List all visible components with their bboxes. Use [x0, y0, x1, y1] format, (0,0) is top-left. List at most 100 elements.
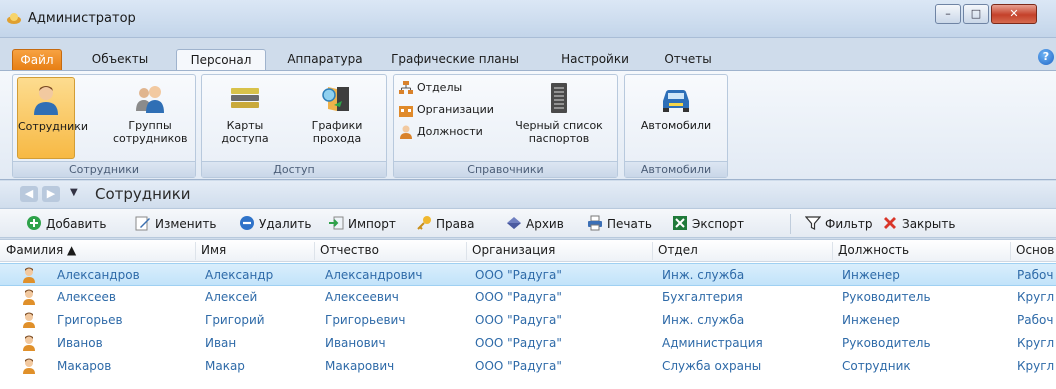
employee-groups-button[interactable]: Группы сотрудников [113, 77, 187, 159]
door-clock-icon [322, 87, 349, 111]
tab-settings[interactable]: Настройки [550, 49, 640, 71]
cell-department: Инж. служба [662, 313, 745, 327]
cell-position: Руководитель [842, 290, 931, 304]
person-icon [23, 267, 35, 283]
maximize-button[interactable]: □ [963, 4, 989, 24]
cell-patronymic: Макарович [325, 359, 395, 373]
schedules-button[interactable]: Графики прохода [298, 77, 376, 159]
archive-label: Архив [526, 217, 564, 231]
group-label-directories: Справочники [394, 161, 617, 177]
table-row[interactable]: Иванов Иван Иванович ООО "Радуга" Админи… [0, 332, 1056, 355]
action-toolbar: Добавить Изменить Удалить Импорт Права А… [0, 208, 1056, 238]
employees-label: Сотрудники [18, 120, 89, 133]
tab-objects[interactable]: Объекты [85, 49, 155, 71]
list-icon [551, 83, 567, 113]
car-icon [663, 90, 689, 112]
table-row[interactable]: Макаров Макар Макарович ООО "Радуга" Слу… [0, 355, 1056, 378]
forward-arrow-icon[interactable]: ▶ [42, 186, 60, 202]
archive-button[interactable]: Архив [506, 215, 564, 233]
print-label: Печать [607, 217, 652, 231]
column-header-patronymic[interactable]: Отчество [320, 243, 379, 257]
access-cards-button[interactable]: Карты доступа [208, 77, 282, 159]
passport-blacklist-button[interactable]: Черный список паспортов [506, 77, 612, 159]
organization-icon [399, 106, 413, 117]
filter-button[interactable]: Фильтр [805, 215, 872, 233]
table-row[interactable]: Григорьев Григорий Григорьевич ООО "Раду… [0, 309, 1056, 332]
table-row[interactable]: Александров Александр Александрович ООО … [0, 263, 1056, 286]
access-cards-label: Карты доступа [221, 119, 269, 145]
column-header-organization[interactable]: Организация [472, 243, 555, 257]
cards-icon [231, 88, 259, 108]
add-button[interactable]: Добавить [26, 215, 106, 233]
cell-patronymic: Григорьевич [325, 313, 406, 327]
column-divider[interactable] [466, 242, 467, 260]
column-header-position[interactable]: Должность [838, 243, 909, 257]
group-label-vehicles: Автомобили [625, 161, 727, 177]
tab-file[interactable]: Файл [12, 49, 62, 71]
rights-button[interactable]: Права [416, 215, 474, 233]
cell-department: Администрация [662, 336, 763, 350]
column-divider[interactable] [195, 242, 196, 260]
employees-button[interactable]: Сотрудники [17, 77, 88, 159]
close-button[interactable]: Закрыть [882, 215, 955, 233]
tab-reports[interactable]: Отчеты [648, 49, 728, 71]
close-window-button[interactable]: ✕ [991, 4, 1037, 24]
column-header-firstname[interactable]: Имя [201, 243, 226, 257]
edit-label: Изменить [155, 217, 217, 231]
positions-label: Должности [417, 125, 483, 138]
positions-button[interactable]: Должности [398, 123, 483, 141]
print-button[interactable]: Печать [587, 215, 652, 233]
window-titlebar: Администратор – □ ✕ [0, 0, 1056, 38]
minimize-button[interactable]: – [935, 4, 961, 24]
app-logo-icon [7, 13, 21, 24]
departments-button[interactable]: Отделы [398, 79, 462, 97]
person-icon [23, 289, 35, 305]
column-header-basis[interactable]: Основ [1016, 243, 1054, 257]
column-divider[interactable] [314, 242, 315, 260]
departments-label: Отделы [417, 81, 463, 94]
tab-hardware[interactable]: Аппаратура [275, 49, 375, 71]
import-button[interactable]: Импорт [328, 215, 396, 233]
cell-lastname: Григорьев [57, 313, 123, 327]
back-arrow-icon[interactable]: ◀ [20, 186, 38, 202]
column-divider[interactable] [1010, 242, 1011, 260]
delete-button[interactable]: Удалить [239, 215, 312, 233]
cell-basis: Кругл [1017, 336, 1055, 350]
column-divider[interactable] [652, 242, 653, 260]
history-dropdown-icon[interactable]: ▼ [70, 187, 78, 198]
group-icon [136, 86, 164, 113]
column-header-department[interactable]: Отдел [658, 243, 698, 257]
edit-button[interactable]: Изменить [135, 215, 217, 233]
ribbon-tabs: Файл Объекты Персонал Аппаратура Графиче… [0, 46, 1056, 73]
cell-position: Руководитель [842, 336, 931, 350]
cell-position: Сотрудник [842, 359, 911, 373]
vehicles-button[interactable]: Автомобили [633, 77, 719, 159]
cell-firstname: Макар [205, 359, 245, 373]
cell-organization: ООО "Радуга" [475, 313, 562, 327]
cell-lastname: Макаров [57, 359, 112, 373]
passport-blacklist-label: Черный список паспортов [515, 119, 603, 145]
close-icon [884, 217, 896, 229]
position-icon [400, 125, 412, 139]
column-divider[interactable] [832, 242, 833, 260]
column-header-lastname[interactable]: Фамилия ▲ [6, 243, 76, 257]
table-row[interactable]: Алексеев Алексей Алексеевич ООО "Радуга"… [0, 286, 1056, 309]
cell-basis: Кругл [1017, 359, 1055, 373]
close-label: Закрыть [902, 217, 956, 231]
cell-department: Инж. служба [662, 268, 745, 282]
group-label-access: Доступ [202, 161, 386, 177]
tab-graphic-plans[interactable]: Графические планы [385, 49, 525, 71]
export-button[interactable]: Экспорт [672, 215, 744, 233]
cell-department: Бухгалтерия [662, 290, 743, 304]
organizations-button[interactable]: Организации [398, 101, 494, 119]
ribbon-group-vehicles: Автомобили Автомобили [624, 74, 728, 178]
help-icon[interactable]: ? [1038, 49, 1054, 65]
filter-label: Фильтр [825, 217, 873, 231]
person-icon [23, 358, 35, 374]
employee-groups-label: Группы сотрудников [113, 119, 188, 145]
cell-basis: Кругл [1017, 290, 1055, 304]
schedules-label: Графики прохода [311, 119, 363, 145]
table-header: Фамилия ▲ Имя Отчество Организация Отдел… [0, 240, 1056, 262]
cell-patronymic: Александрович [325, 268, 423, 282]
toolbar-separator [790, 214, 791, 234]
